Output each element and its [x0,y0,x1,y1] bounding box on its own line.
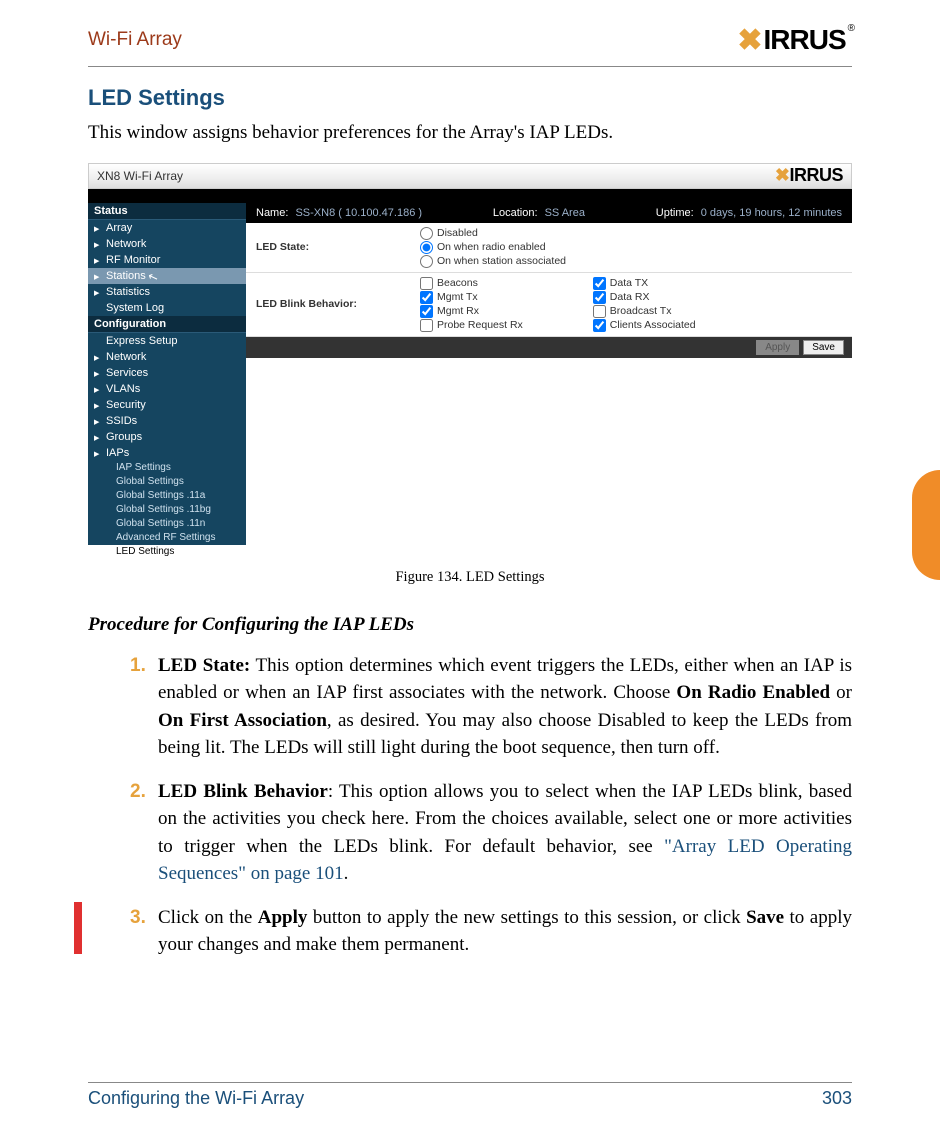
nav-item-services[interactable]: Services [88,365,246,381]
figure-caption: Figure 134. LED Settings [88,569,852,586]
brand-logo: ✖ IRRUS® [737,23,852,58]
screenshot-panel: XN8 Wi-Fi Array ✖IRRUS Status Array Netw… [88,163,852,559]
nav-item-vlans[interactable]: VLANs [88,381,246,397]
nav-item-statistics[interactable]: Statistics [88,284,246,300]
nav-sub-11a[interactable]: Global Settings .11a [88,489,246,503]
brand-text: IRRUS [764,24,846,56]
nav-sidebar[interactable]: Status Array Network RF Monitor Stations… [88,203,246,559]
nav-item-array[interactable]: Array [88,220,246,236]
chk-broadcast-tx[interactable]: Broadcast Tx [593,305,696,318]
nav-sub-11n[interactable]: Global Settings .11n [88,517,246,531]
nav-sub-adv-rf[interactable]: Advanced RF Settings [88,531,246,545]
nav-section-config: Configuration [88,316,246,333]
led-state-label: LED State: [246,223,414,273]
section-heading: LED Settings [88,85,852,111]
status-uptime-value: 0 days, 19 hours, 12 minutes [701,207,842,219]
footer-rule [88,1082,852,1083]
change-bar-icon [74,902,82,954]
chk-mgmt-rx[interactable]: Mgmt Rx [420,305,523,318]
status-name-value: SS-XN8 ( 10.100.47.186 ) [295,207,422,219]
footer-section-title: Configuring the Wi-Fi Array [88,1088,304,1109]
step-1: 1. LED State: This option determines whi… [130,652,852,762]
radio-disabled[interactable]: Disabled [420,227,846,240]
nav-item-system-log[interactable]: System Log [88,300,246,316]
page-header-title: Wi-Fi Array [88,29,182,51]
chk-probe-rx[interactable]: Probe Request Rx [420,319,523,332]
nav-item-rf-monitor[interactable]: RF Monitor [88,252,246,268]
page-number: 303 [822,1088,852,1109]
section-tab-icon [912,470,940,580]
radio-on-station-assoc[interactable]: On when station associated [420,255,846,268]
step-3: 3. Click on the Apply button to apply th… [130,904,852,959]
brand-x-icon: ✖ [737,23,761,58]
nav-sub-global[interactable]: Global Settings [88,475,246,489]
chk-data-tx[interactable]: Data TX [593,277,696,290]
save-button[interactable]: Save [803,340,844,355]
nav-item-network[interactable]: Network [88,236,246,252]
step-2: 2. LED Blink Behavior: This option allow… [130,778,852,888]
step-2-number: 2. [130,778,146,806]
chk-mgmt-tx[interactable]: Mgmt Tx [420,291,523,304]
nav-item-security[interactable]: Security [88,397,246,413]
nav-sub-11bg[interactable]: Global Settings .11bg [88,503,246,517]
nav-item-ssids[interactable]: SSIDs [88,413,246,429]
nav-item-network-cfg[interactable]: Network [88,349,246,365]
step-3-number: 3. [130,904,146,932]
device-brand-logo: ✖IRRUS [775,165,843,186]
header-rule [88,66,852,67]
led-blink-label: LED Blink Behavior: [246,272,414,336]
procedure-heading: Procedure for Configuring the IAP LEDs [88,614,852,636]
nav-sub-iap-settings[interactable]: IAP Settings [88,461,246,475]
cursor-icon: ↖ [146,268,160,285]
section-intro: This window assigns behavior preferences… [88,119,852,147]
status-name-label: Name: [256,207,288,219]
nav-item-groups[interactable]: Groups [88,429,246,445]
step-1-number: 1. [130,652,146,680]
nav-sub-led-settings[interactable]: LED Settings [88,545,246,559]
nav-item-iaps[interactable]: IAPs [88,445,246,461]
chk-data-rx[interactable]: Data RX [593,291,696,304]
nav-item-express-setup[interactable]: Express Setup [88,333,246,349]
chk-clients-assoc[interactable]: Clients Associated [593,319,696,332]
radio-on-radio-enabled[interactable]: On when radio enabled [420,241,846,254]
status-uptime-label: Uptime: [656,207,694,219]
status-loc-label: Location: [493,207,538,219]
apply-button[interactable]: Apply [756,340,799,355]
nav-section-status: Status [88,203,246,220]
nav-item-stations[interactable]: Stations↖ [88,268,246,284]
device-name: XN8 Wi-Fi Array [97,169,183,183]
status-loc-value: SS Area [545,207,585,219]
chk-beacons[interactable]: Beacons [420,277,523,290]
